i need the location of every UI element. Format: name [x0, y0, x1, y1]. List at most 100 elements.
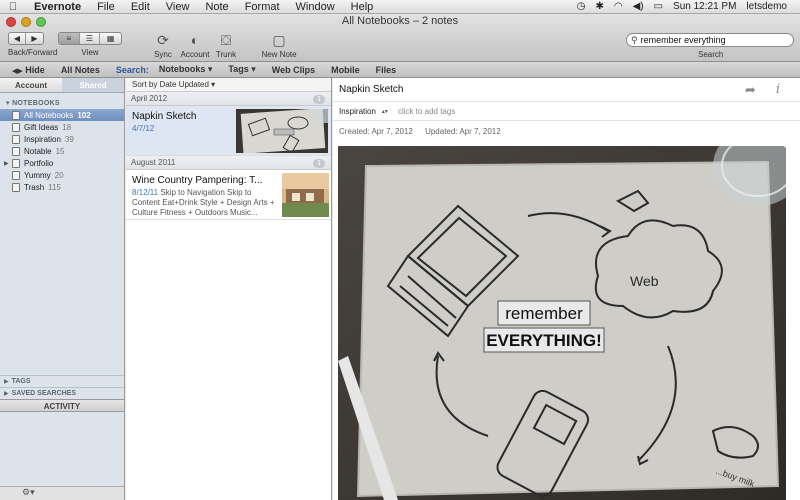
- window-toolbar: All Notebooks – 2 notes ◀ ▶ Back/Forward…: [0, 14, 800, 62]
- napkin-sketch-image[interactable]: Web remember EVERYTHING! ...buy milk: [338, 126, 800, 500]
- tab-account[interactable]: Account: [0, 78, 62, 92]
- trash-icon: [12, 182, 20, 192]
- trunk-label: Trunk: [215, 50, 237, 59]
- notebook-count: 102: [77, 110, 91, 120]
- menu-edit[interactable]: Edit: [123, 1, 158, 13]
- notebook-icon: [12, 134, 20, 144]
- expand-triangle-icon[interactable]: ▶: [4, 160, 9, 167]
- group-count-badge: 1: [313, 159, 325, 168]
- everything-text: EVERYTHING!: [486, 331, 602, 350]
- menubar-user[interactable]: letsdemo: [741, 1, 792, 12]
- sidebar-item-portfolio[interactable]: ▶ Portfolio: [0, 157, 124, 169]
- status-area: ◷ ✱ ◠ ◀) ▭ Sun 12:21 PM letsdemo: [572, 1, 800, 12]
- tab-shared[interactable]: Shared: [62, 78, 124, 92]
- tags-filter[interactable]: Tags ▾: [220, 64, 263, 75]
- menu-help[interactable]: Help: [343, 1, 382, 13]
- menu-window[interactable]: Window: [288, 1, 343, 13]
- volume-icon[interactable]: ◀): [628, 1, 649, 12]
- share-icon[interactable]: ➦: [745, 82, 756, 98]
- note-thumbnail-napkin: [236, 109, 328, 153]
- saved-searches-section-header[interactable]: ▶ SAVED SEARCHES: [0, 387, 124, 399]
- group-header-august-2011: August 2011 1: [126, 156, 331, 170]
- notebook-selector[interactable]: Inspiration: [339, 107, 376, 116]
- menu-file[interactable]: File: [89, 1, 123, 13]
- view-label: View: [81, 48, 99, 57]
- menu-view[interactable]: View: [158, 1, 198, 13]
- notebook-name: Notable: [24, 146, 52, 156]
- bluetooth-icon[interactable]: ✱: [590, 1, 608, 12]
- menubar-clock[interactable]: Sun 12:21 PM: [668, 1, 741, 12]
- tags-header-label: TAGS: [11, 378, 31, 385]
- tags-section-header[interactable]: ▶ TAGS: [0, 375, 124, 387]
- sidebar-item-notable[interactable]: Notable 15: [0, 145, 124, 157]
- sync-button[interactable]: ⟳ Sync: [150, 31, 176, 60]
- time-machine-icon[interactable]: ◷: [572, 1, 591, 12]
- notebooks-filter[interactable]: Notebooks ▾: [151, 64, 221, 75]
- search-input[interactable]: [640, 35, 781, 45]
- notebook-list: All Notebooks 102 Gift Ideas 18 Inspirat…: [0, 109, 124, 193]
- hide-sidebar-button[interactable]: ◀▶ Hide: [0, 65, 53, 75]
- sidebar-item-trash[interactable]: Trash 115: [0, 181, 124, 193]
- sidebar-item-yummy[interactable]: Yummy 20: [0, 169, 124, 181]
- thumbnail-view-icon[interactable]: ▦: [100, 33, 121, 44]
- files-filter[interactable]: Files: [368, 65, 405, 75]
- account-icon: ◐: [190, 32, 200, 48]
- trunk-button[interactable]: ⛋ Trunk: [213, 31, 239, 60]
- battery-icon[interactable]: ▭: [649, 1, 668, 12]
- disclosure-triangle-icon: ▾: [6, 100, 10, 107]
- notebook-stack-icon: [12, 158, 20, 168]
- apple-icon[interactable]: : [0, 1, 26, 13]
- back-forward-group: ◀ ▶ Back/Forward: [8, 32, 57, 57]
- sync-label: Sync: [154, 50, 172, 59]
- sidebar-item-all-notebooks[interactable]: All Notebooks 102: [0, 109, 124, 121]
- gear-icon[interactable]: ⚙▾: [22, 487, 35, 497]
- notebook-count: 15: [55, 146, 65, 156]
- tags-input[interactable]: click to add tags: [398, 107, 455, 116]
- sort-menu[interactable]: Sort by Date Updated ▾: [126, 78, 331, 92]
- notebook-name: Trash: [24, 182, 45, 192]
- activity-panel-header[interactable]: ACTIVITY: [0, 399, 124, 412]
- menu-app[interactable]: Evernote: [26, 1, 89, 13]
- forward-arrow-icon[interactable]: ▶: [26, 33, 43, 44]
- note-row-napkin-sketch[interactable]: Napkin Sketch 4/7/12: [126, 106, 331, 156]
- new-note-button[interactable]: ▢ New Note: [260, 31, 298, 60]
- remember-text: remember: [505, 304, 583, 323]
- note-editor: Napkin Sketch ➦ i Inspiration ▴▾ click t…: [333, 78, 800, 500]
- all-notes-button[interactable]: All Notes: [53, 65, 108, 75]
- view-switcher: ≡ ☰ ▦: [58, 32, 122, 45]
- mobile-filter[interactable]: Mobile: [323, 65, 368, 75]
- notebook-icon: [12, 122, 20, 132]
- notebook-count: 18: [62, 122, 72, 132]
- saved-searches-header-label: SAVED SEARCHES: [11, 390, 77, 397]
- wifi-icon[interactable]: ◠: [609, 1, 628, 12]
- list-view-icon[interactable]: ≡: [59, 33, 80, 44]
- note-metadata: Created: Apr 7, 2012 Updated: Apr 7, 201…: [339, 127, 511, 136]
- back-arrow-icon[interactable]: ◀: [9, 33, 26, 44]
- menu-format[interactable]: Format: [237, 1, 288, 13]
- updown-arrows-icon[interactable]: ▴▾: [382, 108, 388, 115]
- new-note-label: New Note: [261, 50, 297, 59]
- menu-note[interactable]: Note: [197, 1, 236, 13]
- search-icon: ⚲: [631, 34, 638, 45]
- notebook-stack-icon: [12, 110, 20, 120]
- hide-label: Hide: [25, 64, 45, 75]
- info-icon[interactable]: i: [776, 82, 780, 98]
- note-row-wine-country[interactable]: Wine Country Pampering: T... 8/12/11 Ski…: [126, 170, 331, 220]
- updated-date: Updated: Apr 7, 2012: [425, 127, 501, 136]
- notebooks-header-label: NOTEBOOKS: [12, 100, 60, 107]
- sidebar-item-gift-ideas[interactable]: Gift Ideas 18: [0, 121, 124, 133]
- note-date: 8/12/11: [132, 188, 159, 197]
- note-thumbnail-wine: [282, 173, 329, 217]
- notebooks-section-header[interactable]: ▾ NOTEBOOKS: [0, 93, 124, 109]
- note-actions: ➦ i: [745, 82, 780, 98]
- notebook-name: Inspiration: [24, 134, 61, 144]
- sidebar-item-inspiration[interactable]: Inspiration 39: [0, 133, 124, 145]
- back-forward-control: ◀ ▶: [8, 32, 44, 45]
- snippet-view-icon[interactable]: ☰: [80, 33, 101, 44]
- group-header-april-2012: April 2012 1: [126, 92, 331, 106]
- web-clips-filter[interactable]: Web Clips: [264, 65, 323, 75]
- notebook-name: All Notebooks: [24, 110, 74, 120]
- account-button[interactable]: ◐ Account: [180, 31, 210, 59]
- collapsed-triangle-icon: ▶: [4, 391, 9, 397]
- note-title-field[interactable]: Napkin Sketch: [339, 84, 403, 95]
